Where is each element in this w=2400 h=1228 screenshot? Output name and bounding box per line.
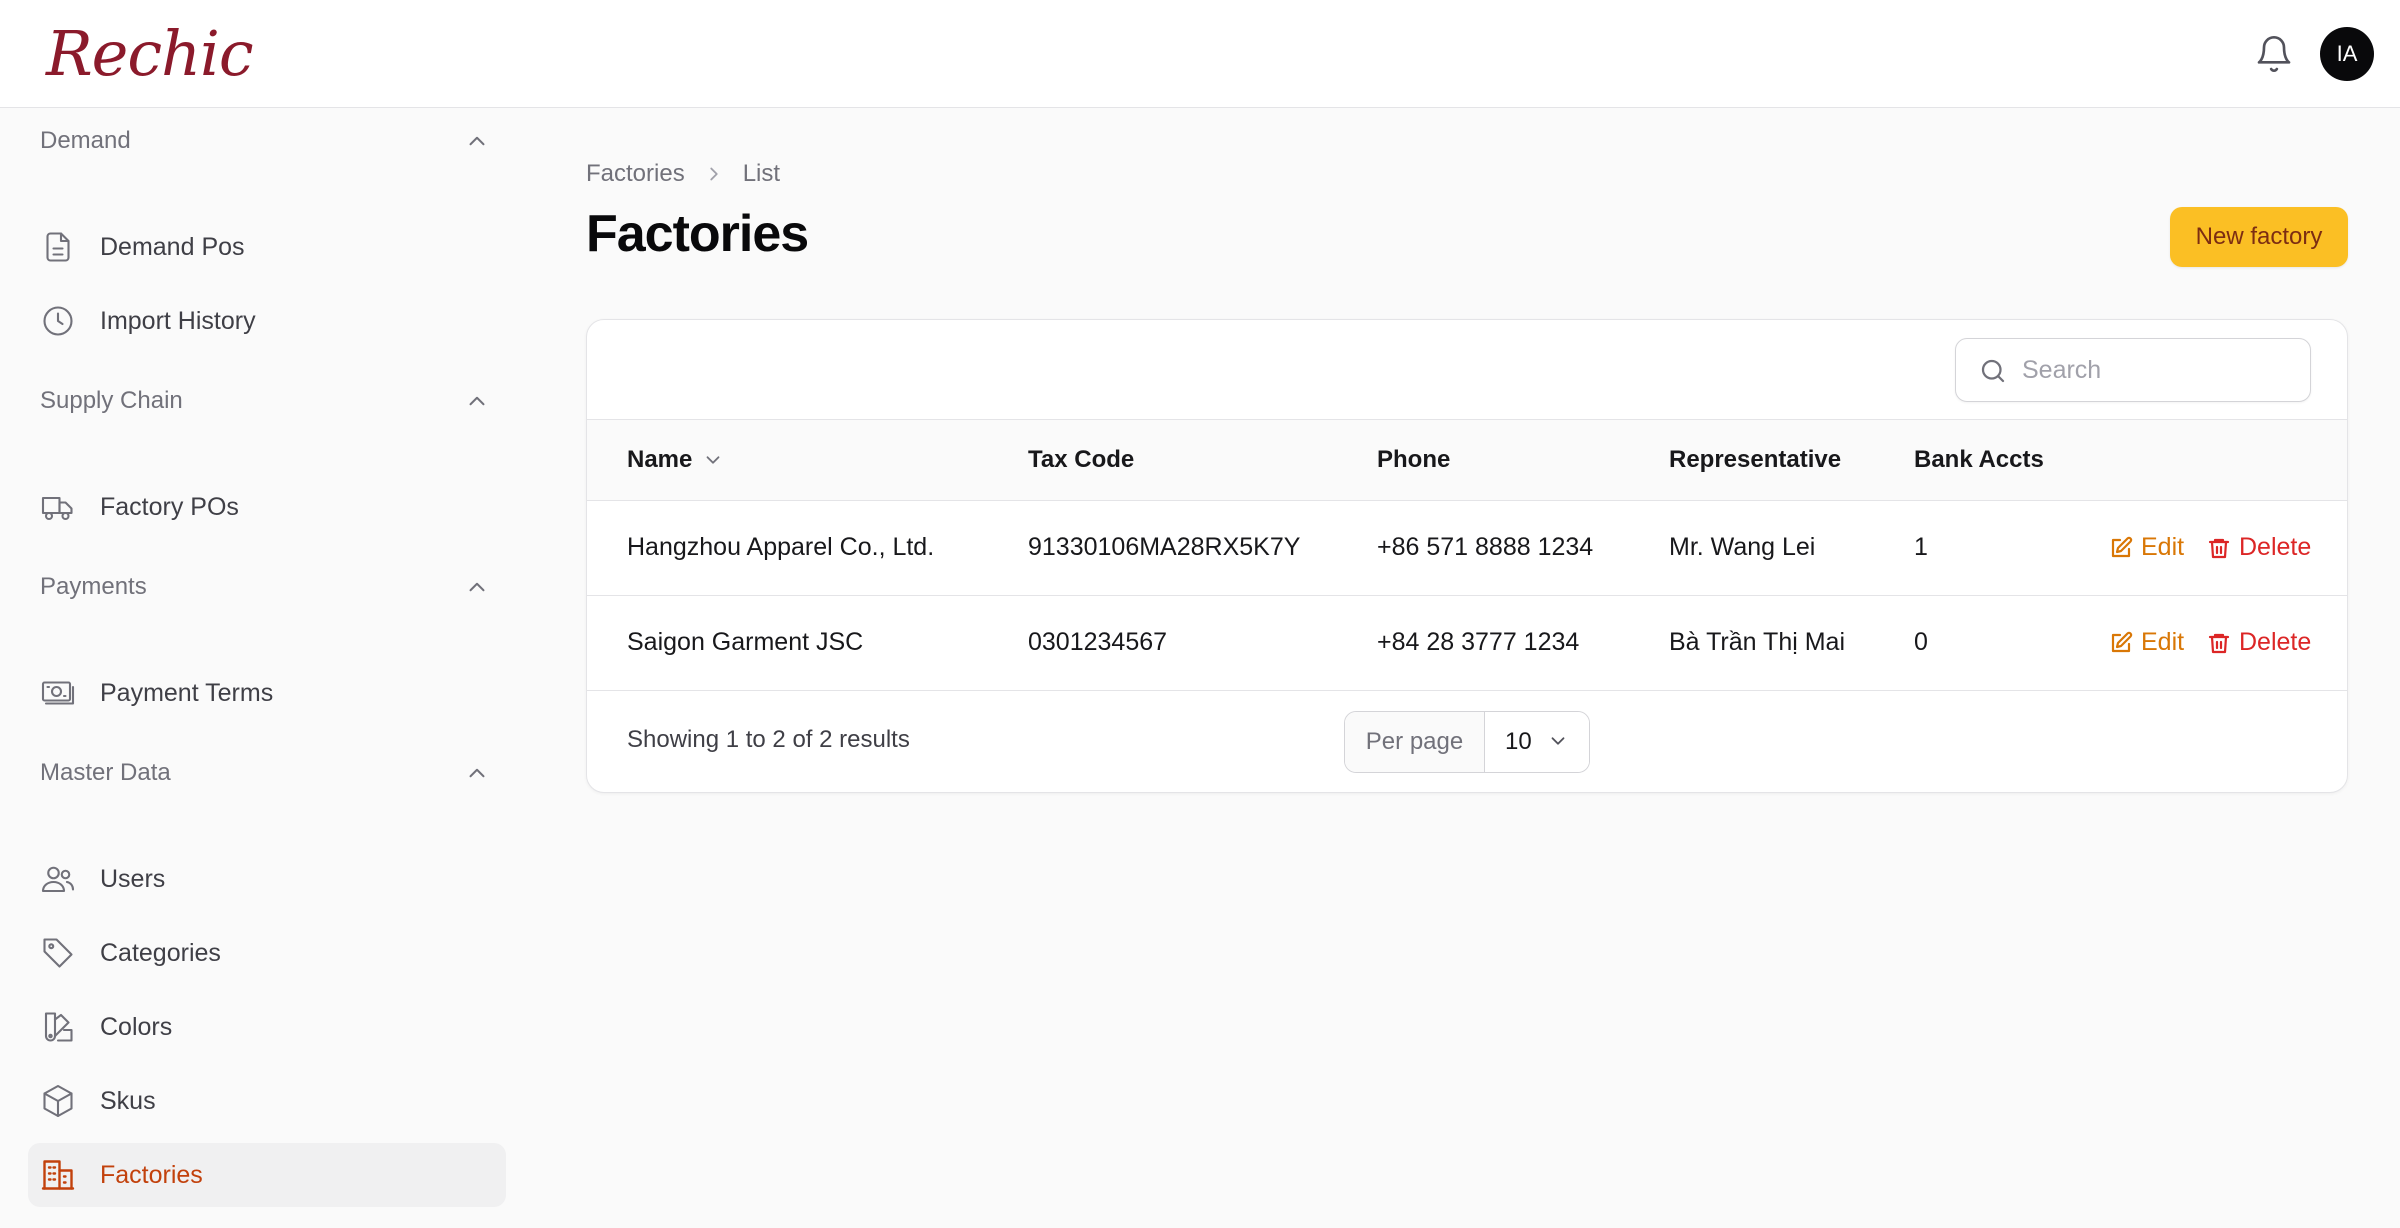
cell-representative: Mr. Wang Lei <box>1669 533 1816 561</box>
document-icon <box>46 232 70 262</box>
cell-bank-accts: 1 <box>1914 533 1928 561</box>
sidebar-item-factory-pos[interactable]: Factory POs <box>28 475 506 539</box>
sidebar-item-users[interactable]: Users <box>28 847 506 911</box>
per-page-select[interactable]: 10 <box>1485 712 1589 772</box>
chevron-up-icon <box>469 396 485 406</box>
sidebar-item-label: Colors <box>100 1012 173 1041</box>
nav-group-supply-chain[interactable]: Supply Chain <box>40 381 490 421</box>
per-page-control: Per page 10 <box>1344 711 1590 773</box>
swatch-icon <box>44 1012 73 1042</box>
sidebar: Demand Demand Pos Import History Supply … <box>0 109 520 1228</box>
cell-tax-code: 91330106MA28RX5K7Y <box>1028 533 1301 561</box>
building-icon <box>41 1160 75 1190</box>
edit-icon <box>2111 631 2133 652</box>
table-header: Name Tax Code Phone Representative Bank … <box>587 419 2347 501</box>
cell-bank-accts: 0 <box>1914 628 1928 656</box>
column-header-phone: Phone <box>1377 446 1451 473</box>
cube-icon <box>43 1084 73 1118</box>
page-title: Factories <box>586 205 809 263</box>
banknote-icon <box>41 681 75 705</box>
tag-icon <box>43 938 73 968</box>
column-header-tax-code: Tax Code <box>1028 446 1135 473</box>
brand-logo[interactable]: Rechic <box>46 14 254 94</box>
cell-name: Hangzhou Apparel Co., Ltd. <box>627 533 935 561</box>
nav-group-payments[interactable]: Payments <box>40 567 490 607</box>
per-page-label: Per page <box>1345 712 1485 772</box>
chevron-up-icon <box>469 582 485 592</box>
sidebar-item-label: Factory POs <box>100 492 239 521</box>
edit-button[interactable]: Edit <box>2109 501 2184 594</box>
chevron-down-icon <box>1551 737 1565 745</box>
notifications-bell-icon[interactable] <box>2254 34 2294 74</box>
users-icon <box>41 866 75 893</box>
chevron-right-icon <box>710 167 718 181</box>
nav-group-label: Payments <box>40 573 147 600</box>
new-factory-button[interactable]: New factory <box>2170 207 2348 267</box>
cell-representative: Bà Trần Thị Mai <box>1669 628 1846 656</box>
trash-icon <box>2208 538 2230 558</box>
cell-phone: +84 28 3777 1234 <box>1377 628 1580 656</box>
sidebar-item-demand-pos[interactable]: Demand Pos <box>28 215 506 279</box>
sidebar-item-label: Import History <box>100 306 256 335</box>
sidebar-item-label: Factories <box>100 1160 203 1189</box>
edit-icon <box>2111 536 2133 557</box>
nav-group-label: Master Data <box>40 759 171 786</box>
delete-label: Delete <box>2239 533 2312 561</box>
clock-icon <box>43 306 73 336</box>
trash-icon <box>2208 633 2230 653</box>
column-header-name[interactable]: Name <box>627 420 724 500</box>
chevron-up-icon <box>469 768 485 778</box>
per-page-value: 10 <box>1505 728 1532 755</box>
edit-label: Edit <box>2141 628 2185 656</box>
delete-button[interactable]: Delete <box>2207 596 2311 689</box>
column-header-representative: Representative <box>1669 446 1842 473</box>
sidebar-item-payment-terms[interactable]: Payment Terms <box>28 661 506 725</box>
column-header-label: Name <box>627 446 693 473</box>
table-row: Hangzhou Apparel Co., Ltd. 91330106MA28R… <box>587 501 2347 596</box>
truck-icon <box>41 496 73 521</box>
delete-button[interactable]: Delete <box>2207 501 2311 594</box>
edit-button[interactable]: Edit <box>2109 596 2184 689</box>
sidebar-item-categories[interactable]: Categories <box>28 921 506 985</box>
cell-tax-code: 0301234567 <box>1028 628 1168 656</box>
chevron-down-icon <box>706 456 720 464</box>
chevron-up-icon <box>469 136 485 146</box>
sidebar-item-skus[interactable]: Skus <box>28 1069 506 1133</box>
sidebar-item-label: Categories <box>100 938 221 967</box>
search-box <box>1955 338 2311 402</box>
edit-label: Edit <box>2141 533 2185 561</box>
cell-phone: +86 571 8888 1234 <box>1377 533 1594 561</box>
sidebar-item-label: Users <box>100 864 166 893</box>
column-header-bank-accts: Bank Accts <box>1914 446 2044 473</box>
sidebar-item-label: Payment Terms <box>100 678 274 707</box>
search-input[interactable] <box>2022 349 2292 391</box>
nav-group-master-data[interactable]: Master Data <box>40 753 490 793</box>
user-avatar[interactable]: IA <box>2320 27 2374 81</box>
breadcrumb-link-factories[interactable]: Factories <box>586 160 685 188</box>
delete-label: Delete <box>2239 628 2312 656</box>
breadcrumb: Factories List <box>586 160 780 188</box>
pagination-summary: Showing 1 to 2 of 2 results <box>627 726 910 753</box>
top-bar: Rechic IA <box>0 0 2400 108</box>
sidebar-item-colors[interactable]: Colors <box>28 995 506 1059</box>
table-row: Saigon Garment JSC 0301234567 +84 28 377… <box>587 596 2347 691</box>
sidebar-item-factories[interactable]: Factories <box>28 1143 506 1207</box>
nav-group-demand[interactable]: Demand <box>40 121 490 161</box>
breadcrumb-current: List <box>742 160 781 187</box>
sidebar-item-label: Demand Pos <box>100 232 245 261</box>
search-icon <box>1981 359 2005 383</box>
factories-table-card: Name Tax Code Phone Representative Bank … <box>586 319 2348 793</box>
nav-group-label: Supply Chain <box>40 387 183 414</box>
cell-name: Saigon Garment JSC <box>627 628 864 656</box>
nav-group-label: Demand <box>40 127 131 154</box>
sidebar-item-import-history[interactable]: Import History <box>28 289 506 353</box>
sidebar-item-label: Skus <box>100 1086 156 1115</box>
